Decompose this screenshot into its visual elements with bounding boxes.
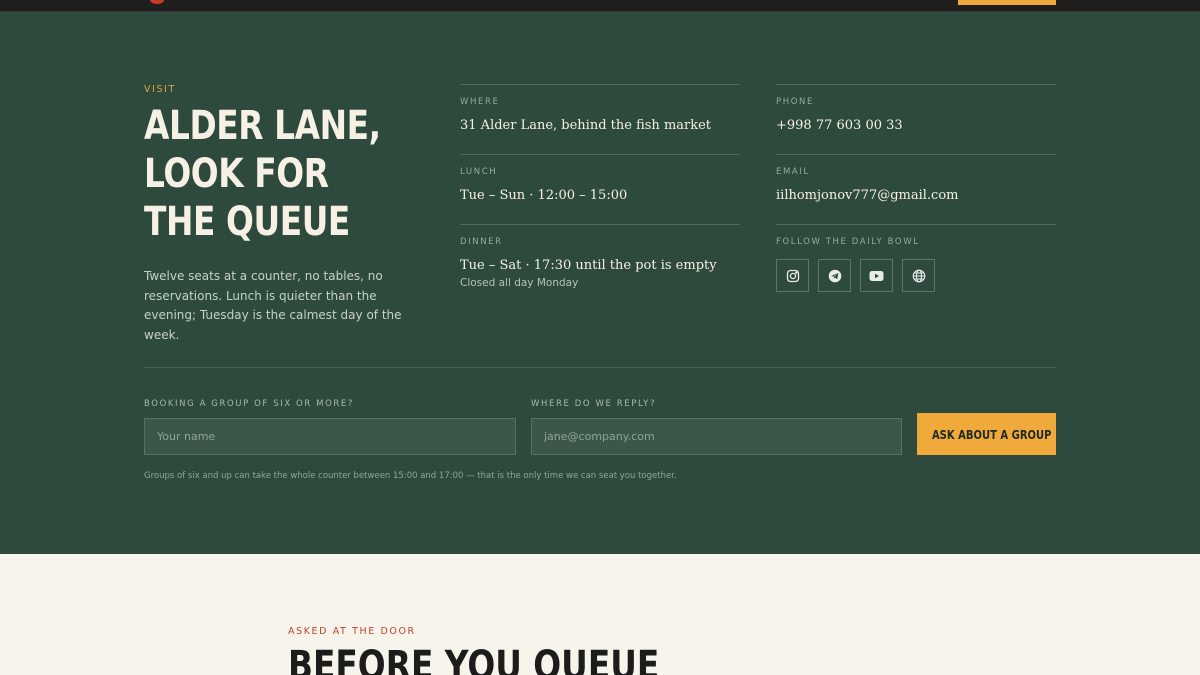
- email-field-label: WHERE DO WE REPLY?: [531, 399, 657, 409]
- lunch-block: LUNCH Tue – Sun · 12:00 – 15:00: [460, 154, 740, 224]
- headline-line: LOOK FOR: [144, 151, 329, 197]
- instagram-button[interactable]: [776, 259, 809, 292]
- name-field-label: BOOKING A GROUP OF SIX OR MORE?: [144, 399, 354, 409]
- youtube-icon: [869, 270, 884, 281]
- where-label: WHERE: [460, 97, 500, 107]
- dinner-block: DINNER Tue – Sat · 17:30 until the pot i…: [460, 224, 740, 304]
- telegram-icon: [828, 269, 841, 282]
- email-input[interactable]: [531, 418, 902, 455]
- email-link[interactable]: iilhomjonov777@gmail.com: [776, 188, 959, 203]
- youtube-button[interactable]: [860, 259, 893, 292]
- headline-line: THE QUEUE: [144, 199, 350, 245]
- follow-block: FOLLOW THE DAILY BOWL: [776, 224, 1056, 304]
- where-value: 31 Alder Lane, behind the fish market: [460, 118, 712, 133]
- visit-eyebrow: VISIT: [144, 84, 176, 95]
- email-label: EMAIL: [776, 167, 810, 177]
- top-nav-bar: [0, 0, 1200, 12]
- faq-title: BEFORE YOU QUEUE: [288, 643, 660, 675]
- ask-about-group-button[interactable]: ASK ABOUT A GROUP: [917, 413, 1056, 455]
- nav-cta-button[interactable]: [958, 0, 1056, 5]
- follow-label: FOLLOW THE DAILY BOWL: [776, 237, 920, 247]
- globe-icon: [912, 269, 925, 282]
- headline-line: ALDER LANE,: [144, 103, 381, 149]
- dinner-note: Closed all day Monday: [460, 277, 579, 289]
- ask-about-group-label: ASK ABOUT A GROUP: [931, 426, 1052, 442]
- group-fine-print: Groups of six and up can take the whole …: [144, 471, 677, 481]
- visit-headline: ALDER LANE, LOOK FOR THE QUEUE: [144, 102, 390, 246]
- dinner-value: Tue – Sat · 17:30 until the pot is empty: [460, 258, 717, 273]
- lunch-label: LUNCH: [460, 167, 498, 177]
- phone-block: PHONE +998 77 603 00 33: [776, 84, 1056, 154]
- visit-intro: Twelve seats at a counter, no tables, no…: [144, 269, 402, 342]
- social-links: [776, 259, 935, 292]
- website-button[interactable]: [902, 259, 935, 292]
- phone-label: PHONE: [776, 97, 814, 107]
- telegram-button[interactable]: [818, 259, 851, 292]
- section-divider: [144, 367, 1056, 368]
- where-block: WHERE 31 Alder Lane, behind the fish mar…: [460, 84, 740, 154]
- phone-link[interactable]: +998 77 603 00 33: [776, 118, 903, 133]
- name-input[interactable]: [144, 418, 516, 455]
- logo-mark[interactable]: [150, 0, 164, 4]
- dinner-label: DINNER: [460, 237, 503, 247]
- lunch-value: Tue – Sun · 12:00 – 15:00: [460, 188, 628, 203]
- faq-eyebrow: ASKED AT THE DOOR: [288, 626, 416, 637]
- email-block: EMAIL iilhomjonov777@gmail.com: [776, 154, 1056, 224]
- instagram-icon: [786, 269, 799, 282]
